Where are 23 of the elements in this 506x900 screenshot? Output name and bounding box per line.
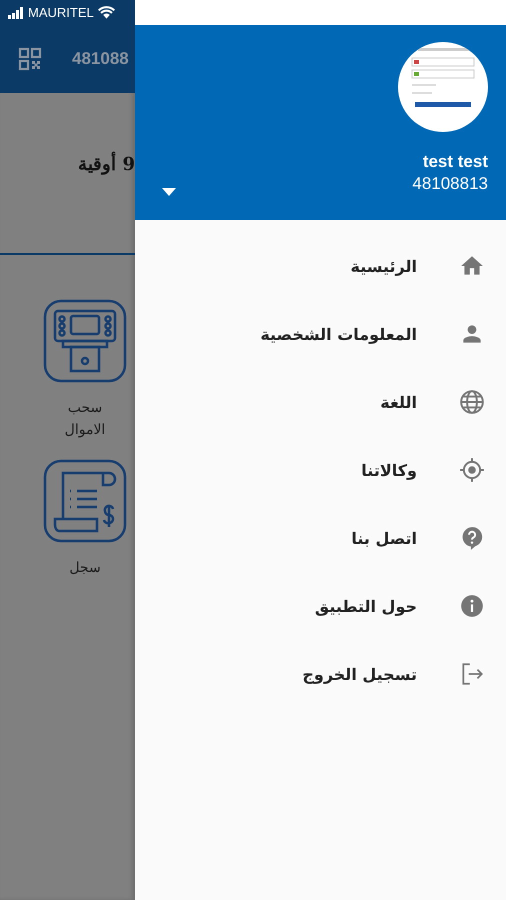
qr-code-icon[interactable] [18, 47, 42, 71]
globe-icon [459, 389, 485, 415]
dropdown-caret-icon[interactable] [162, 188, 176, 196]
menu-item[interactable]: اللغة [135, 368, 506, 436]
user-phone: 48108813 [412, 174, 488, 194]
target-icon [459, 457, 485, 483]
service-label: سجل [68, 559, 102, 578]
menu-item[interactable]: حول التطبيق [135, 572, 506, 640]
menu-item[interactable]: الرئيسية [135, 232, 506, 300]
balance-amount: 9 أوقية [78, 153, 135, 187]
menu-item[interactable]: اتصل بنا [135, 504, 506, 572]
menu-item[interactable]: تسجيل الخروج [135, 640, 506, 708]
wifi-icon [98, 6, 115, 19]
service-label: سحب الاموال [64, 399, 106, 440]
account-number: 481088 [72, 49, 129, 69]
atm-icon[interactable] [43, 299, 127, 383]
menu-item[interactable]: وكالاتنا [135, 436, 506, 504]
info-icon [459, 593, 485, 619]
user-name: test test [422, 152, 488, 172]
menu-item[interactable]: المعلومات الشخصية [135, 300, 506, 368]
carrier-name: MAURITEL [28, 5, 94, 20]
signal-icon [8, 6, 24, 18]
receipt-scroll-icon[interactable] [43, 459, 127, 543]
